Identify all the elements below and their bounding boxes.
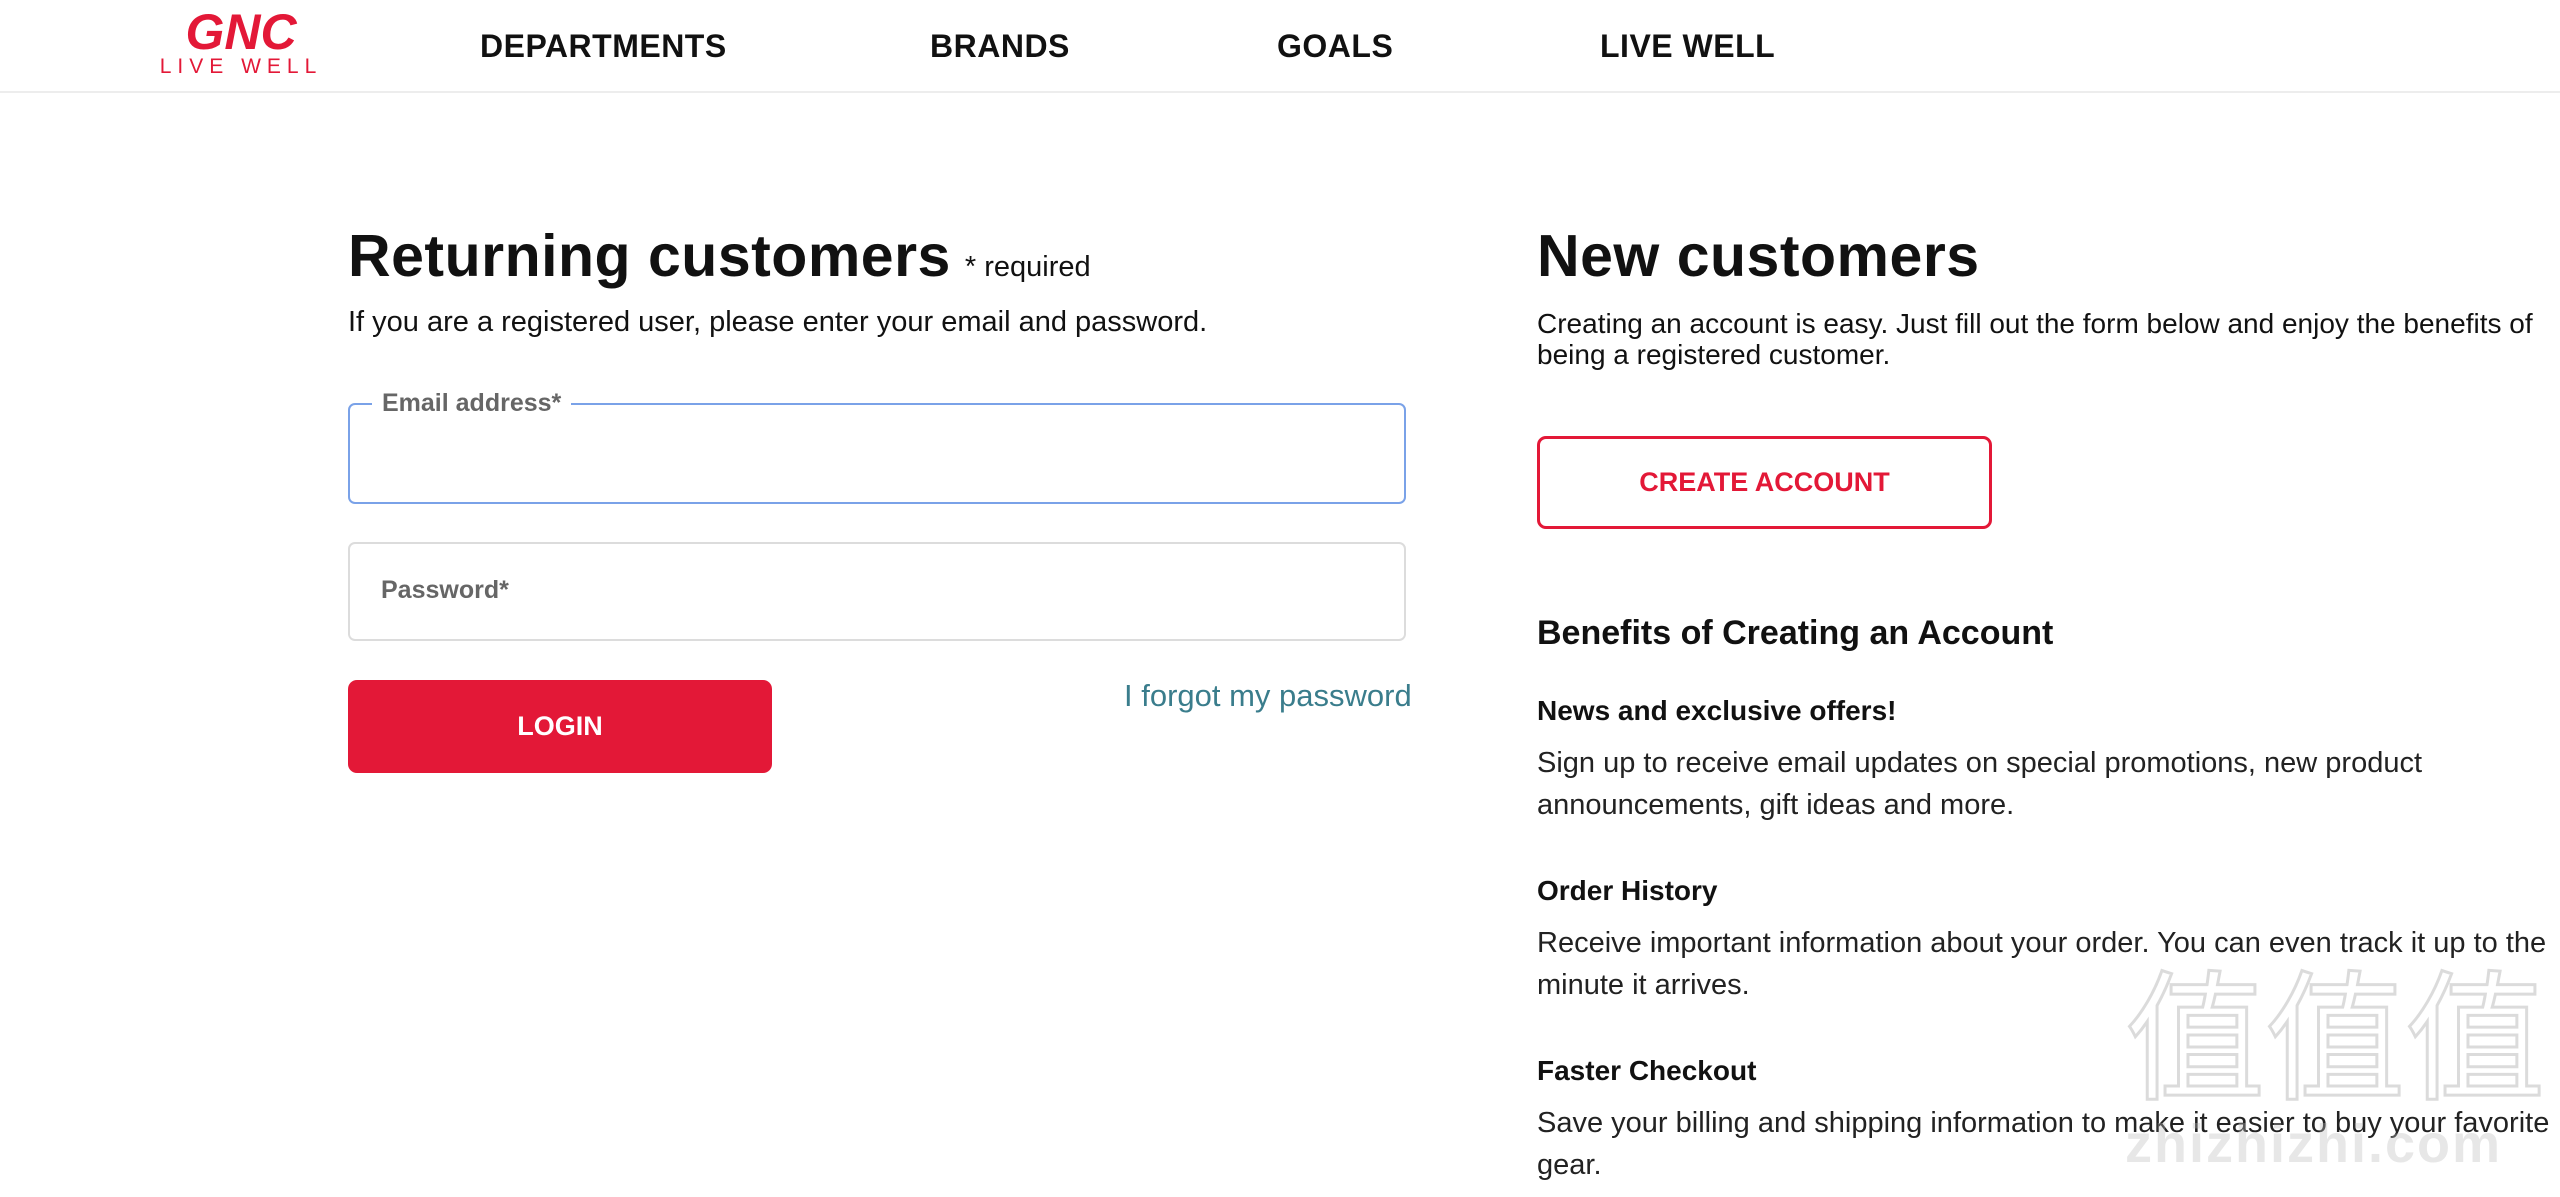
new-customers-intro: Creating an account is easy. Just fill o… bbox=[1537, 308, 2533, 370]
watermark-glyphs: 值值值 bbox=[2124, 958, 2547, 1124]
returning-customers-heading: Returning customers * required bbox=[348, 222, 1091, 290]
benefit-text: Sign up to receive email updates on spec… bbox=[1537, 747, 2423, 821]
gnc-logo[interactable]: GNC LIVE WELL bbox=[133, 7, 349, 77]
svg-text:值值值: 值值值 bbox=[2125, 960, 2545, 1110]
forgot-password-link[interactable]: I forgot my password bbox=[1124, 678, 1412, 714]
password-field[interactable]: Password* bbox=[348, 542, 1406, 641]
email-field[interactable]: Email address* bbox=[348, 389, 1406, 504]
watermark: 值值值 zhizhizhi.com bbox=[2124, 958, 2547, 1175]
required-note: * required bbox=[964, 251, 1091, 283]
login-button[interactable]: LOGIN bbox=[348, 680, 772, 773]
password-input[interactable] bbox=[380, 578, 1374, 630]
benefit-heading: Faster Checkout bbox=[1537, 1055, 1757, 1086]
nav-departments[interactable]: DEPARTMENTS bbox=[480, 28, 727, 65]
returning-title: Returning customers bbox=[348, 223, 951, 289]
nav-live-well[interactable]: LIVE WELL bbox=[1600, 28, 1775, 65]
nav-goals[interactable]: GOALS bbox=[1277, 28, 1393, 65]
nav-brands[interactable]: BRANDS bbox=[930, 28, 1070, 65]
site-header: GNC LIVE WELL DEPARTMENTS BRANDS GOALS L… bbox=[0, 0, 2560, 93]
benefit-heading: News and exclusive offers! bbox=[1537, 695, 1897, 726]
logo-tagline: LIVE WELL bbox=[160, 55, 323, 77]
watermark-text: zhizhizhi.com bbox=[2125, 1114, 2502, 1174]
benefit-heading: Order History bbox=[1537, 875, 1718, 906]
email-input[interactable] bbox=[380, 439, 1374, 491]
returning-intro: If you are a registered user, please ent… bbox=[348, 306, 1208, 338]
create-account-button[interactable]: CREATE ACCOUNT bbox=[1537, 436, 1992, 529]
benefits-heading: Benefits of Creating an Account bbox=[1537, 614, 2054, 652]
email-label: Email address* bbox=[372, 389, 572, 418]
new-customers-heading: New customers bbox=[1537, 223, 1980, 289]
logo-wordmark: GNC bbox=[185, 7, 297, 60]
